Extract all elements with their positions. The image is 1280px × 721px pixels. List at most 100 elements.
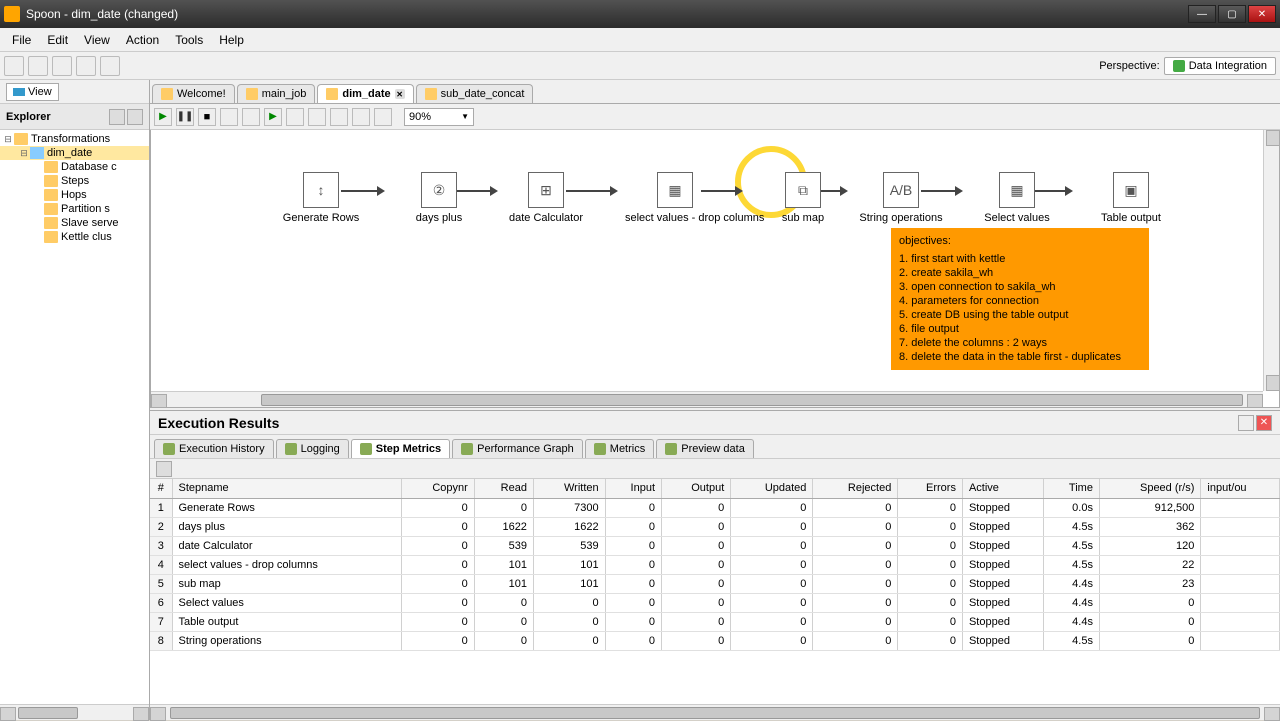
tree-item[interactable]: Steps — [0, 174, 149, 188]
col-header[interactable]: Time — [1044, 479, 1100, 498]
tab-welcome-[interactable]: Welcome! — [152, 84, 235, 103]
show-results-button[interactable] — [374, 108, 392, 126]
col-header[interactable]: Rejected — [813, 479, 898, 498]
verify-button[interactable] — [286, 108, 304, 126]
tab-dim_date[interactable]: dim_date✕ — [317, 84, 413, 103]
step-select-values[interactable]: ▦Select values — [967, 172, 1067, 224]
menu-help[interactable]: Help — [211, 30, 252, 50]
col-header[interactable]: Active — [962, 479, 1043, 498]
step-icon: ▣ — [1113, 172, 1149, 208]
table-cell: 0 — [731, 517, 813, 536]
table-row[interactable]: 3date Calculator053953900000Stopped4.5s1… — [150, 536, 1280, 555]
tab-sub_date_concat[interactable]: sub_date_concat — [416, 84, 534, 103]
replay-button[interactable]: ▶ — [264, 108, 282, 126]
transformation-canvas[interactable]: ↕Generate Rows ②days plus⊞date Calculator… — [151, 130, 1263, 391]
close-results-button[interactable]: ✕ — [1256, 415, 1272, 431]
table-row[interactable]: 7Table output00000000Stopped4.4s0 — [150, 612, 1280, 631]
tab-icon — [425, 88, 437, 100]
table-cell: Stopped — [962, 536, 1043, 555]
pause-button[interactable]: ❚❚ — [176, 108, 194, 126]
menu-tools[interactable]: Tools — [167, 30, 211, 50]
maximize-results-button[interactable] — [1238, 415, 1254, 431]
snapshot-button[interactable] — [156, 461, 172, 477]
impact-button[interactable] — [308, 108, 326, 126]
table-cell — [1201, 517, 1280, 536]
zoom-select[interactable]: 90% ▼ — [404, 108, 474, 126]
tree-item[interactable]: Slave serve — [0, 216, 149, 230]
table-row[interactable]: 8String operations00000000Stopped4.5s0 — [150, 631, 1280, 650]
canvas-hscroll[interactable] — [151, 391, 1263, 407]
maximize-button[interactable]: ▢ — [1218, 5, 1246, 23]
preview-button[interactable] — [220, 108, 238, 126]
table-cell: Stopped — [962, 555, 1043, 574]
step-days-plus[interactable]: ②days plus — [389, 172, 489, 224]
table-row[interactable]: 2days plus01622162200000Stopped4.5s362 — [150, 517, 1280, 536]
rtab-step-metrics[interactable]: Step Metrics — [351, 439, 450, 458]
table-cell: 0 — [662, 612, 731, 631]
explore-db-button[interactable] — [352, 108, 370, 126]
tree-item[interactable]: Partition s — [0, 202, 149, 216]
table-row[interactable]: 4select values - drop columns01011010000… — [150, 555, 1280, 574]
col-header[interactable]: Speed (r/s) — [1099, 479, 1200, 498]
collapse-button[interactable] — [109, 109, 125, 125]
col-header[interactable]: Stepname — [172, 479, 401, 498]
debug-button[interactable] — [242, 108, 260, 126]
menu-file[interactable]: File — [4, 30, 39, 50]
table-row[interactable]: 6Select values00000000Stopped4.4s0 — [150, 593, 1280, 612]
perspective-button[interactable]: Data Integration — [1164, 57, 1276, 75]
results-hscroll[interactable] — [150, 704, 1280, 720]
save-as-button[interactable] — [100, 56, 120, 76]
col-header[interactable]: # — [150, 479, 172, 498]
rtab-metrics[interactable]: Metrics — [585, 439, 654, 458]
col-header[interactable]: Errors — [898, 479, 963, 498]
close-button[interactable]: ✕ — [1248, 5, 1276, 23]
stop-button[interactable]: ■ — [198, 108, 216, 126]
table-cell: 0 — [731, 574, 813, 593]
tree-transformations[interactable]: ⊟ Transformations — [0, 132, 149, 146]
canvas-vscroll[interactable] — [1263, 130, 1279, 391]
expand-button[interactable] — [127, 109, 143, 125]
step-table-output[interactable]: ▣Table output — [1081, 172, 1181, 224]
view-tab-button[interactable]: View — [6, 83, 59, 101]
table-cell: 4 — [150, 555, 172, 574]
step-string-operations[interactable]: A/BString operations — [851, 172, 951, 224]
rtab-performance-graph[interactable]: Performance Graph — [452, 439, 583, 458]
rtab-logging[interactable]: Logging — [276, 439, 349, 458]
col-header[interactable]: Copynr — [401, 479, 474, 498]
table-cell: 0 — [898, 498, 963, 517]
col-header[interactable]: Input — [605, 479, 661, 498]
table-cell: 0 — [401, 555, 474, 574]
save-button[interactable] — [76, 56, 96, 76]
table-row[interactable]: 1Generate Rows00730000000Stopped0.0s912,… — [150, 498, 1280, 517]
note-box[interactable]: objectives:1. first start with kettle2. … — [891, 228, 1149, 370]
col-header[interactable]: Read — [474, 479, 533, 498]
tree-item[interactable]: Database c — [0, 160, 149, 174]
explorer-scrollbar[interactable] — [0, 704, 149, 720]
rtab-execution-history[interactable]: Execution History — [154, 439, 274, 458]
run-button[interactable]: ▶ — [154, 108, 172, 126]
tab-main_job[interactable]: main_job — [237, 84, 316, 103]
open-file-button[interactable] — [28, 56, 48, 76]
col-header[interactable]: Output — [662, 479, 731, 498]
minimize-button[interactable]: — — [1188, 5, 1216, 23]
tab-close-button[interactable]: ✕ — [395, 89, 405, 99]
menu-edit[interactable]: Edit — [39, 30, 76, 50]
col-header[interactable]: Updated — [731, 479, 813, 498]
step-generate-rows[interactable]: ↕Generate Rows — [271, 172, 371, 224]
step-label: Generate Rows — [271, 212, 371, 224]
tree-dim-date[interactable]: ⊟ dim_date — [0, 146, 149, 160]
col-header[interactable]: Written — [533, 479, 605, 498]
new-file-button[interactable] — [4, 56, 24, 76]
tree-item[interactable]: Hops — [0, 188, 149, 202]
menu-view[interactable]: View — [76, 30, 118, 50]
rtab-preview-data[interactable]: Preview data — [656, 439, 754, 458]
table-row[interactable]: 5sub map010110100000Stopped4.4s23 — [150, 574, 1280, 593]
explore-button[interactable] — [52, 56, 72, 76]
step-date-calculator[interactable]: ⊞date Calculator — [496, 172, 596, 224]
tree-item[interactable]: Kettle clus — [0, 230, 149, 244]
sql-button[interactable] — [330, 108, 348, 126]
menu-action[interactable]: Action — [118, 30, 167, 50]
step-sub-map[interactable]: ⧉sub map — [753, 172, 853, 224]
step-select-values-drop-columns[interactable]: ▦select values - drop columns — [625, 172, 725, 224]
col-header[interactable]: input/ou — [1201, 479, 1280, 498]
